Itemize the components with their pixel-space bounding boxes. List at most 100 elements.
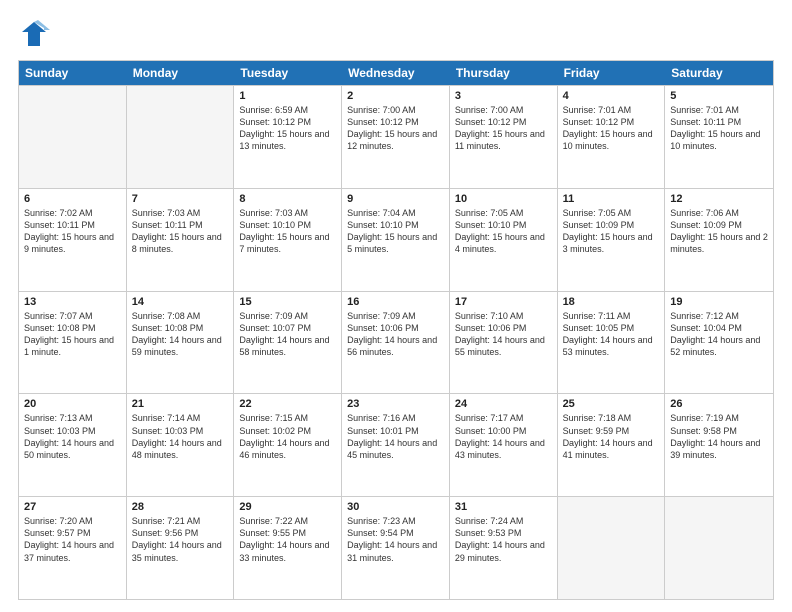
week-row-2: 13 Sunrise: 7:07 AM Sunset: 10:08 PM Dayl…	[19, 291, 773, 394]
cal-cell: 2 Sunrise: 7:00 AM Sunset: 10:12 PM Dayli…	[342, 86, 450, 188]
cell-info: Sunrise: 7:09 AM Sunset: 10:06 PM Daylig…	[347, 310, 444, 359]
day-number: 18	[563, 296, 660, 308]
cal-cell: 20Sunrise: 7:13 AM Sunset: 10:03 PM Dayl…	[19, 394, 127, 496]
header-day-sunday: Sunday	[19, 61, 127, 85]
day-number: 9	[347, 193, 444, 205]
day-number: 6	[24, 193, 121, 205]
day-number: 13	[24, 296, 121, 308]
day-number: 30	[347, 501, 444, 513]
cell-info: Sunrise: 7:05 AM Sunset: 10:10 PM Daylig…	[455, 207, 552, 256]
day-number: 7	[132, 193, 229, 205]
cal-cell: 28Sunrise: 7:21 AM Sunset: 9:56 PM Dayli…	[127, 497, 235, 599]
cal-cell: 19 Sunrise: 7:12 AM Sunset: 10:04 PM Dayl…	[665, 292, 773, 394]
header-day-tuesday: Tuesday	[234, 61, 342, 85]
calendar-header: SundayMondayTuesdayWednesdayThursdayFrid…	[19, 61, 773, 85]
logo-icon	[18, 18, 50, 50]
cell-info: Sunrise: 7:22 AM Sunset: 9:55 PM Dayligh…	[239, 515, 336, 564]
day-number: 31	[455, 501, 552, 513]
cell-info: Sunrise: 7:17 AM Sunset: 10:00 PM Daylig…	[455, 412, 552, 461]
week-row-1: 6 Sunrise: 7:02 AM Sunset: 10:11 PM Dayli…	[19, 188, 773, 291]
cal-cell: 17 Sunrise: 7:10 AM Sunset: 10:06 PM Dayl…	[450, 292, 558, 394]
calendar: SundayMondayTuesdayWednesdayThursdayFrid…	[18, 60, 774, 600]
day-number: 1	[239, 90, 336, 102]
cal-cell: 10 Sunrise: 7:05 AM Sunset: 10:10 PM Dayl…	[450, 189, 558, 291]
cell-info: Sunrise: 7:08 AM Sunset: 10:08 PM Daylig…	[132, 310, 229, 359]
day-number: 2	[347, 90, 444, 102]
header-day-friday: Friday	[558, 61, 666, 85]
cell-info: Sunrise: 7:05 AM Sunset: 10:09 PM Daylig…	[563, 207, 660, 256]
cal-cell: 12Sunrise: 7:06 AM Sunset: 10:09 PM Dayl…	[665, 189, 773, 291]
day-number: 22	[239, 398, 336, 410]
cal-cell: 4Sunrise: 7:01 AM Sunset: 10:12 PM Dayli…	[558, 86, 666, 188]
cell-info: Sunrise: 6:59 AM Sunset: 10:12 PM Daylig…	[239, 104, 336, 153]
day-number: 14	[132, 296, 229, 308]
header-day-saturday: Saturday	[665, 61, 773, 85]
logo	[18, 18, 56, 50]
cal-cell: 25 Sunrise: 7:18 AM Sunset: 9:59 PM Dayli…	[558, 394, 666, 496]
cal-cell: 31Sunrise: 7:24 AM Sunset: 9:53 PM Dayli…	[450, 497, 558, 599]
cell-info: Sunrise: 7:18 AM Sunset: 9:59 PM Dayligh…	[563, 412, 660, 461]
cal-cell: 24 Sunrise: 7:17 AM Sunset: 10:00 PM Dayl…	[450, 394, 558, 496]
cal-cell	[19, 86, 127, 188]
day-number: 28	[132, 501, 229, 513]
cell-info: Sunrise: 7:13 AM Sunset: 10:03 PM Daylig…	[24, 412, 121, 461]
cal-cell: 27 Sunrise: 7:20 AM Sunset: 9:57 PM Dayli…	[19, 497, 127, 599]
day-number: 19	[670, 296, 768, 308]
week-row-0: 1 Sunrise: 6:59 AM Sunset: 10:12 PM Dayli…	[19, 85, 773, 188]
day-number: 15	[239, 296, 336, 308]
cell-info: Sunrise: 7:00 AM Sunset: 10:12 PM Daylig…	[455, 104, 552, 153]
cal-cell	[127, 86, 235, 188]
calendar-body: 1 Sunrise: 6:59 AM Sunset: 10:12 PM Dayli…	[19, 85, 773, 599]
cal-cell: 1 Sunrise: 6:59 AM Sunset: 10:12 PM Dayli…	[234, 86, 342, 188]
cell-info: Sunrise: 7:04 AM Sunset: 10:10 PM Daylig…	[347, 207, 444, 256]
cal-cell: 30Sunrise: 7:23 AM Sunset: 9:54 PM Dayli…	[342, 497, 450, 599]
day-number: 12	[670, 193, 768, 205]
cal-cell: 7 Sunrise: 7:03 AM Sunset: 10:11 PM Dayli…	[127, 189, 235, 291]
cal-cell: 9 Sunrise: 7:04 AM Sunset: 10:10 PM Dayli…	[342, 189, 450, 291]
cell-info: Sunrise: 7:11 AM Sunset: 10:05 PM Daylig…	[563, 310, 660, 359]
cal-cell: 21Sunrise: 7:14 AM Sunset: 10:03 PM Dayl…	[127, 394, 235, 496]
cal-cell: 26 Sunrise: 7:19 AM Sunset: 9:58 PM Dayli…	[665, 394, 773, 496]
week-row-3: 20Sunrise: 7:13 AM Sunset: 10:03 PM Dayl…	[19, 393, 773, 496]
cell-info: Sunrise: 7:09 AM Sunset: 10:07 PM Daylig…	[239, 310, 336, 359]
cell-info: Sunrise: 7:00 AM Sunset: 10:12 PM Daylig…	[347, 104, 444, 153]
cal-cell: 18 Sunrise: 7:11 AM Sunset: 10:05 PM Dayl…	[558, 292, 666, 394]
day-number: 17	[455, 296, 552, 308]
cal-cell: 16 Sunrise: 7:09 AM Sunset: 10:06 PM Dayl…	[342, 292, 450, 394]
header	[18, 18, 774, 50]
cell-info: Sunrise: 7:19 AM Sunset: 9:58 PM Dayligh…	[670, 412, 768, 461]
day-number: 23	[347, 398, 444, 410]
cal-cell: 29 Sunrise: 7:22 AM Sunset: 9:55 PM Dayli…	[234, 497, 342, 599]
cell-info: Sunrise: 7:10 AM Sunset: 10:06 PM Daylig…	[455, 310, 552, 359]
day-number: 27	[24, 501, 121, 513]
cell-info: Sunrise: 7:14 AM Sunset: 10:03 PM Daylig…	[132, 412, 229, 461]
day-number: 25	[563, 398, 660, 410]
day-number: 3	[455, 90, 552, 102]
day-number: 29	[239, 501, 336, 513]
cell-info: Sunrise: 7:12 AM Sunset: 10:04 PM Daylig…	[670, 310, 768, 359]
cal-cell: 23 Sunrise: 7:16 AM Sunset: 10:01 PM Dayl…	[342, 394, 450, 496]
header-day-monday: Monday	[127, 61, 235, 85]
cell-info: Sunrise: 7:16 AM Sunset: 10:01 PM Daylig…	[347, 412, 444, 461]
cal-cell: 11Sunrise: 7:05 AM Sunset: 10:09 PM Dayl…	[558, 189, 666, 291]
cal-cell: 14 Sunrise: 7:08 AM Sunset: 10:08 PM Dayl…	[127, 292, 235, 394]
cell-info: Sunrise: 7:02 AM Sunset: 10:11 PM Daylig…	[24, 207, 121, 256]
day-number: 8	[239, 193, 336, 205]
day-number: 5	[670, 90, 768, 102]
cal-cell: 6 Sunrise: 7:02 AM Sunset: 10:11 PM Dayli…	[19, 189, 127, 291]
cell-info: Sunrise: 7:20 AM Sunset: 9:57 PM Dayligh…	[24, 515, 121, 564]
header-day-thursday: Thursday	[450, 61, 558, 85]
day-number: 16	[347, 296, 444, 308]
cal-cell: 15 Sunrise: 7:09 AM Sunset: 10:07 PM Dayl…	[234, 292, 342, 394]
cell-info: Sunrise: 7:07 AM Sunset: 10:08 PM Daylig…	[24, 310, 121, 359]
week-row-4: 27 Sunrise: 7:20 AM Sunset: 9:57 PM Dayli…	[19, 496, 773, 599]
day-number: 26	[670, 398, 768, 410]
cell-info: Sunrise: 7:03 AM Sunset: 10:11 PM Daylig…	[132, 207, 229, 256]
day-number: 4	[563, 90, 660, 102]
cal-cell: 5Sunrise: 7:01 AM Sunset: 10:11 PM Dayli…	[665, 86, 773, 188]
cell-info: Sunrise: 7:03 AM Sunset: 10:10 PM Daylig…	[239, 207, 336, 256]
day-number: 24	[455, 398, 552, 410]
cal-cell: 3 Sunrise: 7:00 AM Sunset: 10:12 PM Dayli…	[450, 86, 558, 188]
day-number: 10	[455, 193, 552, 205]
cal-cell: 13 Sunrise: 7:07 AM Sunset: 10:08 PM Dayl…	[19, 292, 127, 394]
